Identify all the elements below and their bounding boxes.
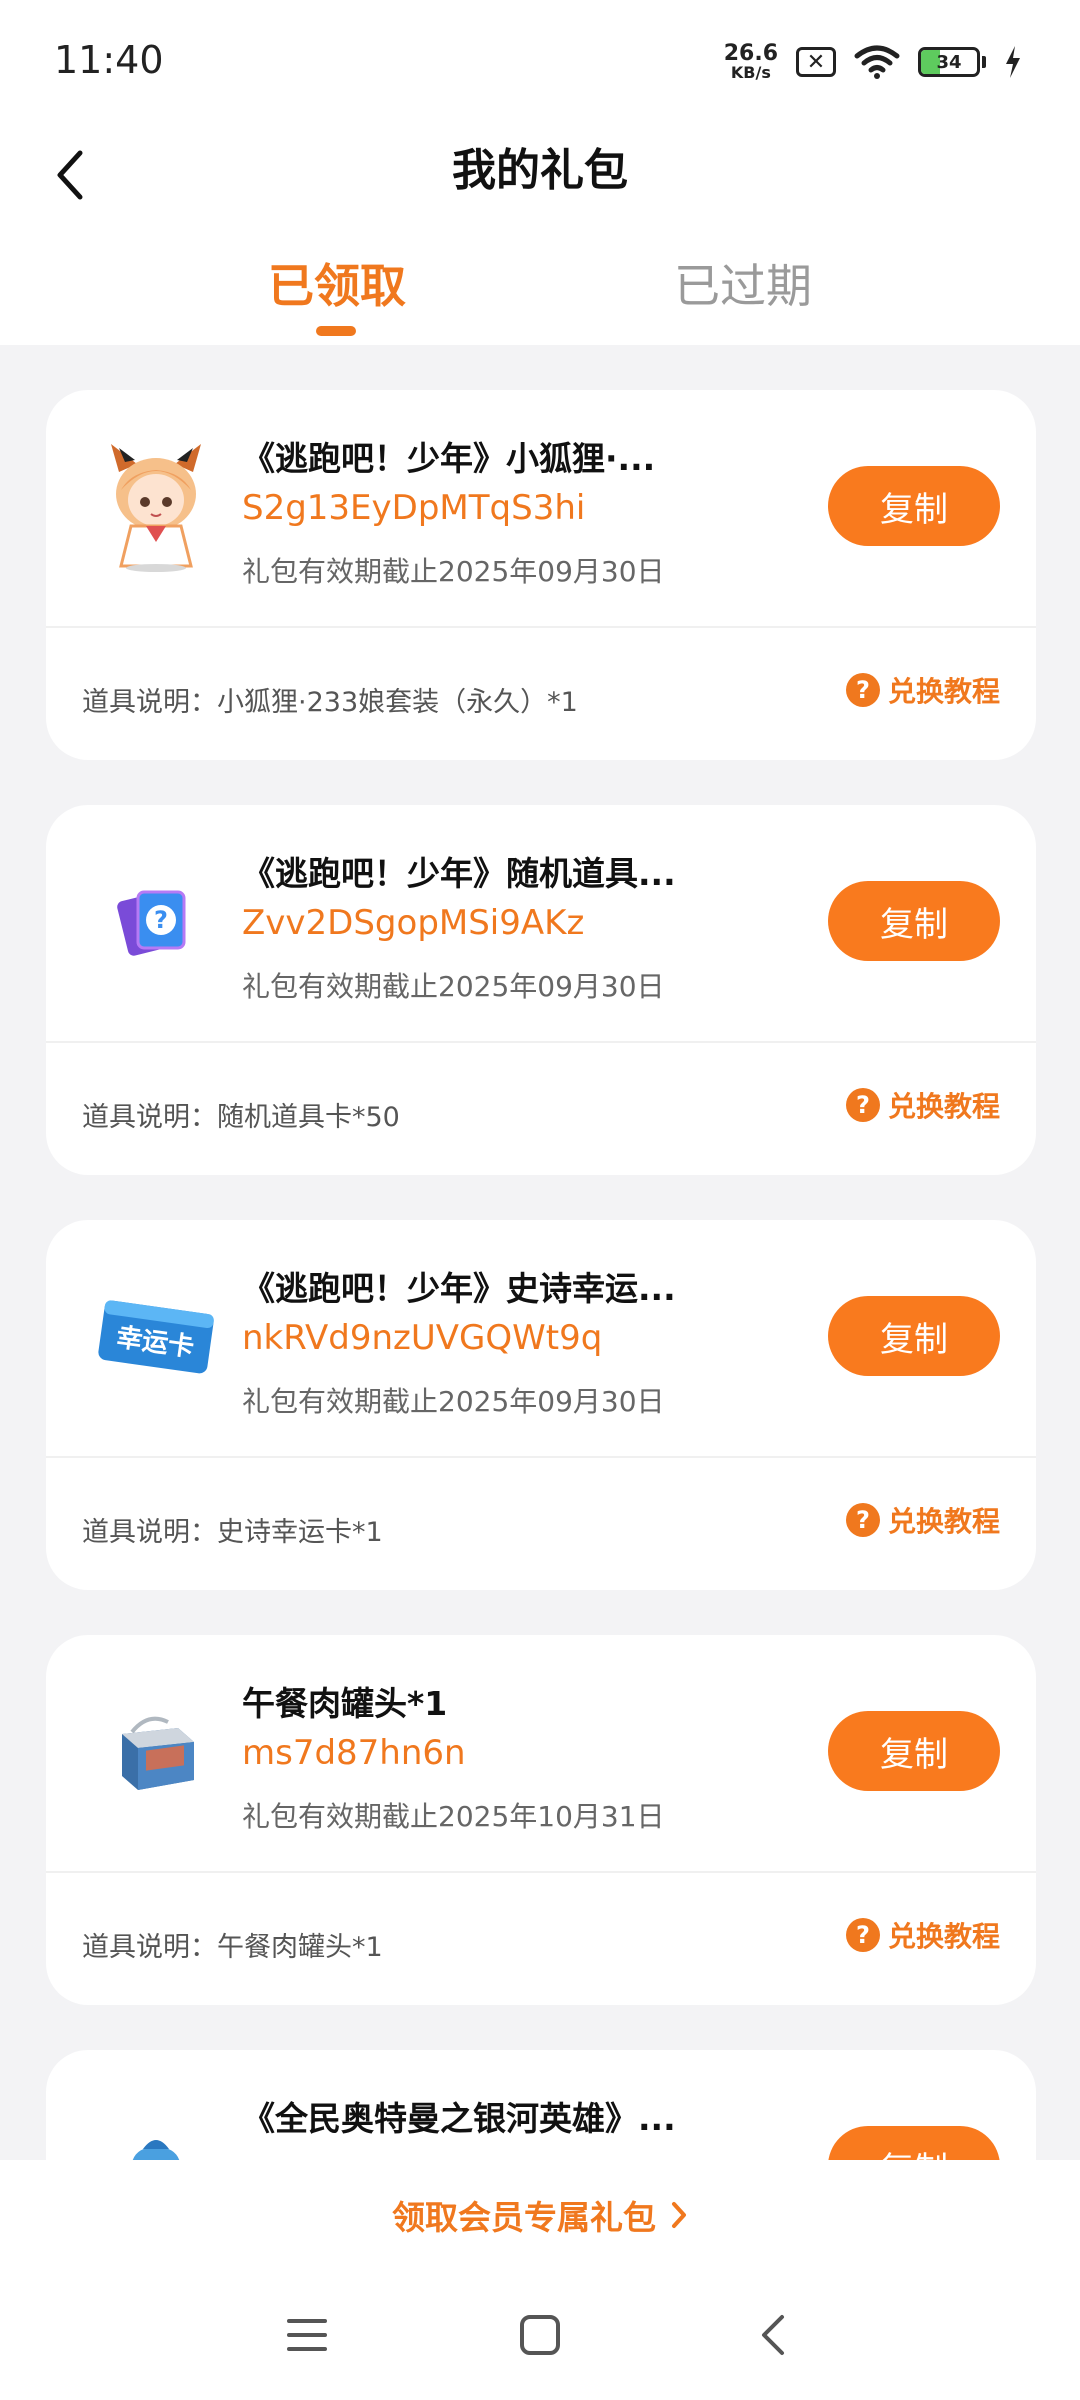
divider bbox=[46, 1456, 1036, 1458]
gift-name: 《逃跑吧！少年》随机道具... bbox=[242, 854, 676, 893]
fox-avatar-icon bbox=[96, 442, 216, 572]
gift-expiry: 礼包有效期截止2025年09月30日 bbox=[242, 555, 665, 588]
gift-card: ? 《逃跑吧！少年》随机道具... Zvv2DSgopMSi9AKz 礼包有效期… bbox=[46, 805, 1036, 1175]
copy-button[interactable]: 复制 bbox=[828, 1296, 1000, 1376]
canned-meat-icon bbox=[96, 1687, 216, 1817]
gift-card: 《逃跑吧！少年》小狐狸·... S2g13EyDpMTqS3hi 礼包有效期截止… bbox=[46, 390, 1036, 760]
item-card-icon: ? bbox=[96, 857, 216, 987]
home-square-icon bbox=[520, 2315, 560, 2355]
gift-card: 《全民奥特曼之银河英雄》... 复制 bbox=[46, 2050, 1036, 2160]
status-time: 11:40 bbox=[54, 38, 164, 82]
redeem-tutorial-label: 兑换教程 bbox=[887, 1920, 1000, 1953]
divider bbox=[46, 1871, 1036, 1873]
gift-description: 道具说明：小狐狸·233娘套装（永久）*1 bbox=[82, 687, 578, 718]
battery-level: 34 bbox=[936, 51, 962, 73]
battery-icon: 34 bbox=[918, 47, 986, 77]
bottom-bar: 领取会员专属礼包 bbox=[0, 2160, 1080, 2270]
page-title: 我的礼包 bbox=[452, 145, 628, 196]
gift-expiry: 礼包有效期截止2025年10月31日 bbox=[242, 1800, 665, 1833]
network-speed-value: 26.6 bbox=[723, 41, 778, 66]
redeem-tutorial-link[interactable]: ? 兑换教程 bbox=[845, 670, 1000, 710]
no-sim-icon: ✕ bbox=[796, 47, 836, 77]
tab-indicator bbox=[316, 326, 356, 336]
charging-icon bbox=[1006, 46, 1020, 78]
gift-expiry: 礼包有效期截止2025年09月30日 bbox=[242, 1385, 665, 1418]
redeem-tutorial-link[interactable]: ? 兑换教程 bbox=[845, 1085, 1000, 1125]
network-speed: 26.6 KB/s bbox=[724, 43, 778, 81]
page: 11:40 26.6 KB/s ✕ 34 我的礼包 已领取 已过期 《逃跑吧！少… bbox=[0, 0, 1080, 2400]
gift-card: 幸运卡 《逃跑吧！少年》史诗幸运... nkRVd9nzUVGQWt9q 礼包有… bbox=[46, 1220, 1036, 1590]
network-speed-unit: KB/s bbox=[730, 63, 771, 82]
wifi-icon bbox=[854, 45, 900, 79]
gift-list[interactable]: 《逃跑吧！少年》小狐狸·... S2g13EyDpMTqS3hi 礼包有效期截止… bbox=[0, 345, 1080, 2160]
gift-name: 《逃跑吧！少年》小狐狸·... bbox=[242, 439, 656, 478]
back-nav-button[interactable] bbox=[743, 2310, 803, 2360]
redeem-tutorial-label: 兑换教程 bbox=[887, 675, 1000, 708]
redeem-tutorial-label: 兑换教程 bbox=[887, 1505, 1000, 1538]
vip-gift-link[interactable]: 领取会员专属礼包 bbox=[392, 2191, 688, 2239]
gift-description: 道具说明：午餐肉罐头*1 bbox=[82, 1932, 383, 1963]
gift-name: 午餐肉罐头*1 bbox=[242, 1684, 448, 1723]
copy-button[interactable]: 复制 bbox=[828, 466, 1000, 546]
gift-name: 《逃跑吧！少年》史诗幸运... bbox=[242, 1269, 676, 1308]
divider bbox=[46, 1041, 1036, 1043]
tab-expired[interactable]: 已过期 bbox=[643, 250, 843, 316]
gift-name: 《全民奥特曼之银河英雄》... bbox=[242, 2099, 676, 2138]
gift-description: 道具说明：史诗幸运卡*1 bbox=[82, 1517, 383, 1548]
question-icon: ? bbox=[845, 1503, 880, 1537]
menu-icon bbox=[287, 2319, 327, 2351]
divider bbox=[46, 626, 1036, 628]
gift-description: 道具说明：随机道具卡*50 bbox=[82, 1102, 400, 1133]
tab-claimed[interactable]: 已领取 bbox=[237, 250, 437, 316]
redeem-tutorial-label: 兑换教程 bbox=[887, 1090, 1000, 1123]
gift-expiry: 礼包有效期截止2025年09月30日 bbox=[242, 970, 665, 1003]
ultraman-gift-icon bbox=[96, 2102, 216, 2160]
copy-button[interactable]: 复制 bbox=[828, 881, 1000, 961]
system-nav-bar bbox=[0, 2270, 1080, 2400]
status-bar: 11:40 26.6 KB/s ✕ 34 bbox=[0, 0, 1080, 120]
menu-nav-button[interactable] bbox=[277, 2310, 337, 2360]
chevron-right-icon bbox=[672, 2202, 686, 2228]
lucky-card-icon: 幸运卡 bbox=[96, 1272, 216, 1402]
gift-code: Zvv2DSgopMSi9AKz bbox=[242, 903, 585, 943]
back-triangle-icon bbox=[762, 2315, 784, 2355]
redeem-tutorial-link[interactable]: ? 兑换教程 bbox=[845, 1500, 1000, 1540]
vip-gift-label: 领取会员专属礼包 bbox=[392, 2198, 656, 2237]
gift-code: S2g13EyDpMTqS3hi bbox=[242, 488, 586, 528]
home-nav-button[interactable] bbox=[510, 2310, 570, 2360]
tab-bar: 已领取 已过期 bbox=[0, 230, 1080, 345]
redeem-tutorial-link[interactable]: ? 兑换教程 bbox=[845, 1915, 1000, 1955]
status-icons: 26.6 KB/s ✕ 34 bbox=[724, 40, 1022, 84]
svg-text:?: ? bbox=[154, 906, 168, 934]
question-icon: ? bbox=[845, 1088, 880, 1122]
gift-card: 午餐肉罐头*1 ms7d87hn6n 礼包有效期截止2025年10月31日 复制… bbox=[46, 1635, 1036, 2005]
copy-button[interactable]: 复制 bbox=[828, 1711, 1000, 1791]
question-icon: ? bbox=[845, 673, 880, 707]
gift-code: ms7d87hn6n bbox=[242, 1733, 466, 1773]
copy-button[interactable]: 复制 bbox=[828, 2126, 1000, 2160]
gift-code: nkRVd9nzUVGQWt9q bbox=[242, 1318, 603, 1358]
question-icon: ? bbox=[845, 1918, 880, 1952]
header: 我的礼包 bbox=[0, 120, 1080, 230]
